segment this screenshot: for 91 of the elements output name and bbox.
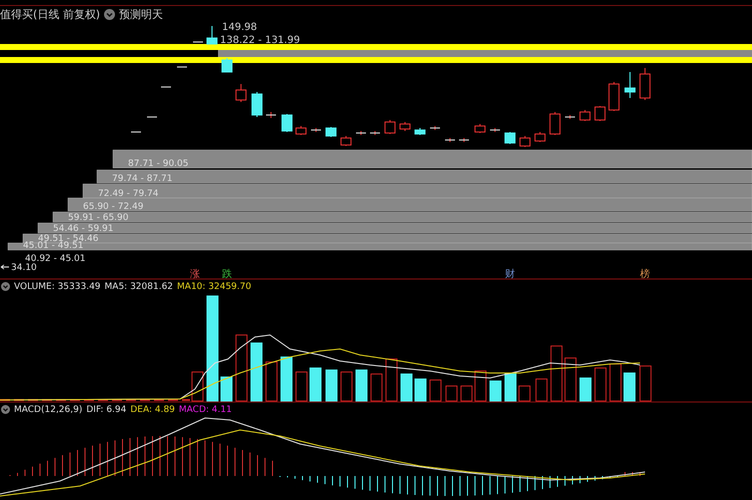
candlestick <box>430 126 440 130</box>
volume-bar <box>594 368 606 402</box>
volume-bar <box>192 372 204 402</box>
volume-bar <box>564 358 576 402</box>
candlestick <box>282 114 292 132</box>
event-marker[interactable]: 榜 <box>640 269 650 280</box>
candlestick <box>594 106 606 122</box>
candlestick <box>356 130 366 136</box>
volume-bar <box>280 356 292 402</box>
candlestick <box>504 132 516 144</box>
volume-bar <box>518 386 530 402</box>
volume-bar <box>220 376 232 402</box>
candlestick <box>458 138 470 142</box>
candlestick <box>580 110 590 122</box>
volume-bar <box>474 370 486 402</box>
chip-range-label: 87.71 - 90.05 <box>128 159 188 169</box>
candlestick <box>414 128 426 136</box>
chart-title: 值得买(日线 前复权) <box>0 6 100 22</box>
volume-bar <box>310 368 322 402</box>
candlestick <box>176 66 188 68</box>
candlestick <box>310 128 322 132</box>
forecast-toggle[interactable]: 预测明天 <box>119 6 164 22</box>
candlestick <box>624 72 636 98</box>
candlestick <box>550 112 560 136</box>
candlestick <box>520 136 530 148</box>
price-range-label: 138.22 - 131.99 <box>220 35 300 46</box>
candlestick <box>564 114 576 120</box>
volume-bar <box>414 378 426 402</box>
volume-bar <box>250 342 262 402</box>
ma10-value: MA10: 32459.70 <box>177 282 252 292</box>
volume-bar <box>504 374 516 402</box>
volume-bar <box>266 362 278 402</box>
volume-bar <box>370 374 382 402</box>
volume-bar <box>400 374 412 402</box>
candlestick <box>400 122 410 132</box>
candlestick <box>534 132 546 142</box>
candlestick <box>474 124 486 134</box>
chip-range-label: 72.49 - 79.74 <box>98 189 158 199</box>
candlestick <box>384 120 396 134</box>
candlestick <box>640 68 650 100</box>
volume-bar <box>490 380 502 402</box>
chip-range-label: 65.90 - 72.49 <box>83 202 144 212</box>
arrow-icon <box>0 264 10 270</box>
chip-range-label: 54.46 - 59.91 <box>53 224 114 234</box>
volume-bar <box>536 378 548 402</box>
candlestick <box>490 128 500 132</box>
candlestick <box>206 26 218 44</box>
candlestick <box>236 84 246 102</box>
high-price-label: 149.98 <box>222 22 257 33</box>
collapse-icon[interactable] <box>1 282 10 291</box>
volume-bar <box>236 334 248 402</box>
chip-range-label: 45.01 - 49.51 <box>23 241 84 251</box>
chip-range-label: 79.74 - 87.71 <box>112 174 172 184</box>
volume-bar <box>550 346 562 402</box>
volume-bar <box>640 366 652 402</box>
ma5-value: MA5: 32081.62 <box>104 282 174 292</box>
candlestick <box>146 116 158 118</box>
candlestick <box>326 126 336 138</box>
volume-bar <box>356 370 368 402</box>
event-marker[interactable]: 涨 <box>190 269 200 280</box>
low-price-label: 34.10 <box>11 263 37 273</box>
collapse-icon[interactable] <box>1 405 10 414</box>
dif-value: DIF: 6.94 <box>86 404 126 414</box>
volume-bar <box>624 372 636 402</box>
volume-bar <box>430 380 442 402</box>
volume-bar <box>460 386 472 402</box>
candlestick <box>266 112 276 118</box>
candlestick <box>370 130 380 136</box>
chip-range-label: 59.91 - 65.90 <box>68 213 128 223</box>
volume-bar <box>446 386 458 402</box>
volume-bar <box>296 372 308 402</box>
candlestick <box>340 136 352 146</box>
dea-value: DEA: 4.89 <box>130 404 175 414</box>
volume-bar <box>326 370 338 402</box>
event-marker[interactable]: 跌 <box>222 269 232 280</box>
volume-bar <box>610 364 622 402</box>
volume-bar <box>386 358 398 402</box>
chip-range-label: 40.92 - 45.01 <box>25 254 86 264</box>
candlestick <box>608 82 620 112</box>
macd-indicator-name: MACD(12,26,9) <box>14 404 82 414</box>
candlestick <box>160 86 172 88</box>
candlestick <box>296 126 306 136</box>
dropdown-icon[interactable] <box>104 8 116 20</box>
volume-value: VOLUME: 35333.49 <box>14 282 101 292</box>
volume-bar <box>580 378 592 402</box>
candlestick <box>222 58 232 72</box>
event-marker[interactable]: 财 <box>505 269 515 280</box>
candlestick <box>252 92 262 118</box>
macd-value: MACD: 4.11 <box>178 404 232 414</box>
candlestick <box>444 138 456 142</box>
volume-bar <box>340 372 352 402</box>
